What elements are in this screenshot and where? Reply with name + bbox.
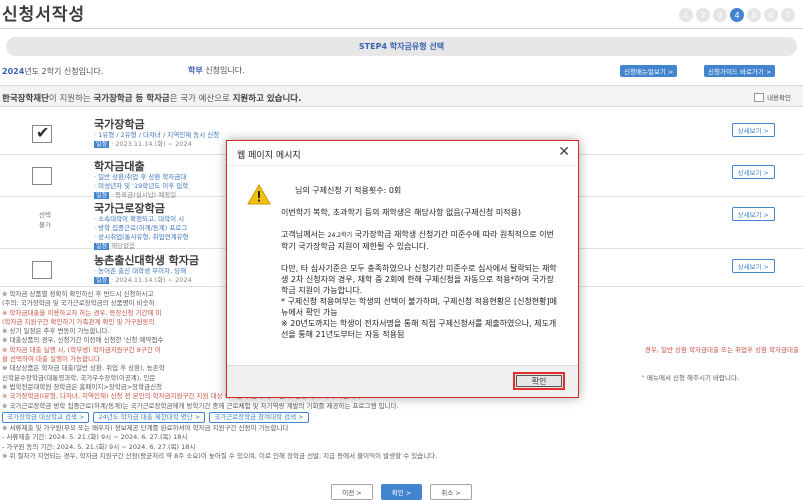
dialog-paragraph: 다만, 타 심사기준은 모두 충족하였으나 신청기간 미준수로 심사에서 탈락되… [281, 264, 557, 295]
ok-button[interactable]: 확인 [513, 372, 565, 390]
dialog-title: 웹 페이지 메시지 [237, 151, 301, 161]
relief-count-text: 님의 구제신청 기 적용횟수: 0회 [295, 186, 402, 195]
dialog-footer: 확인 [227, 365, 578, 397]
warning-icon [247, 184, 271, 205]
close-icon[interactable]: ✕ [558, 144, 570, 160]
dialog-text: 고객님께서는 [281, 230, 328, 239]
dialog-paragraph: 고객님께서는 24.2학기 국가장학금 재학생 신청기간 미준수에 따라 원칙적… [281, 229, 558, 252]
dialog-paragraph: ※ 20년도까지는 학생이 전자서명을 통해 직접 구제신청서를 제출하였으나,… [281, 319, 557, 339]
alert-dialog: 웹 페이지 메시지 ✕ 님의 구제신청 기 적용횟수: 0회 이번학기 복학, … [226, 140, 579, 398]
semester-label: 24.2학기 [327, 232, 353, 239]
dialog-paragraph: * 구제신청 적용여부는 학생의 선택이 불가하며, 구제신청 적용현황은 [신… [281, 297, 558, 317]
dialog-titlebar: 웹 페이지 메시지 ✕ [227, 141, 578, 166]
dialog-paragraph: 이번학기 복학, 초과학기 등의 재학생은 해당사항 없음(구제신청 미적용) [281, 208, 522, 217]
dialog-body: 님의 구제신청 기 적용횟수: 0회 이번학기 복학, 초과학기 등의 재학생은… [281, 185, 558, 340]
